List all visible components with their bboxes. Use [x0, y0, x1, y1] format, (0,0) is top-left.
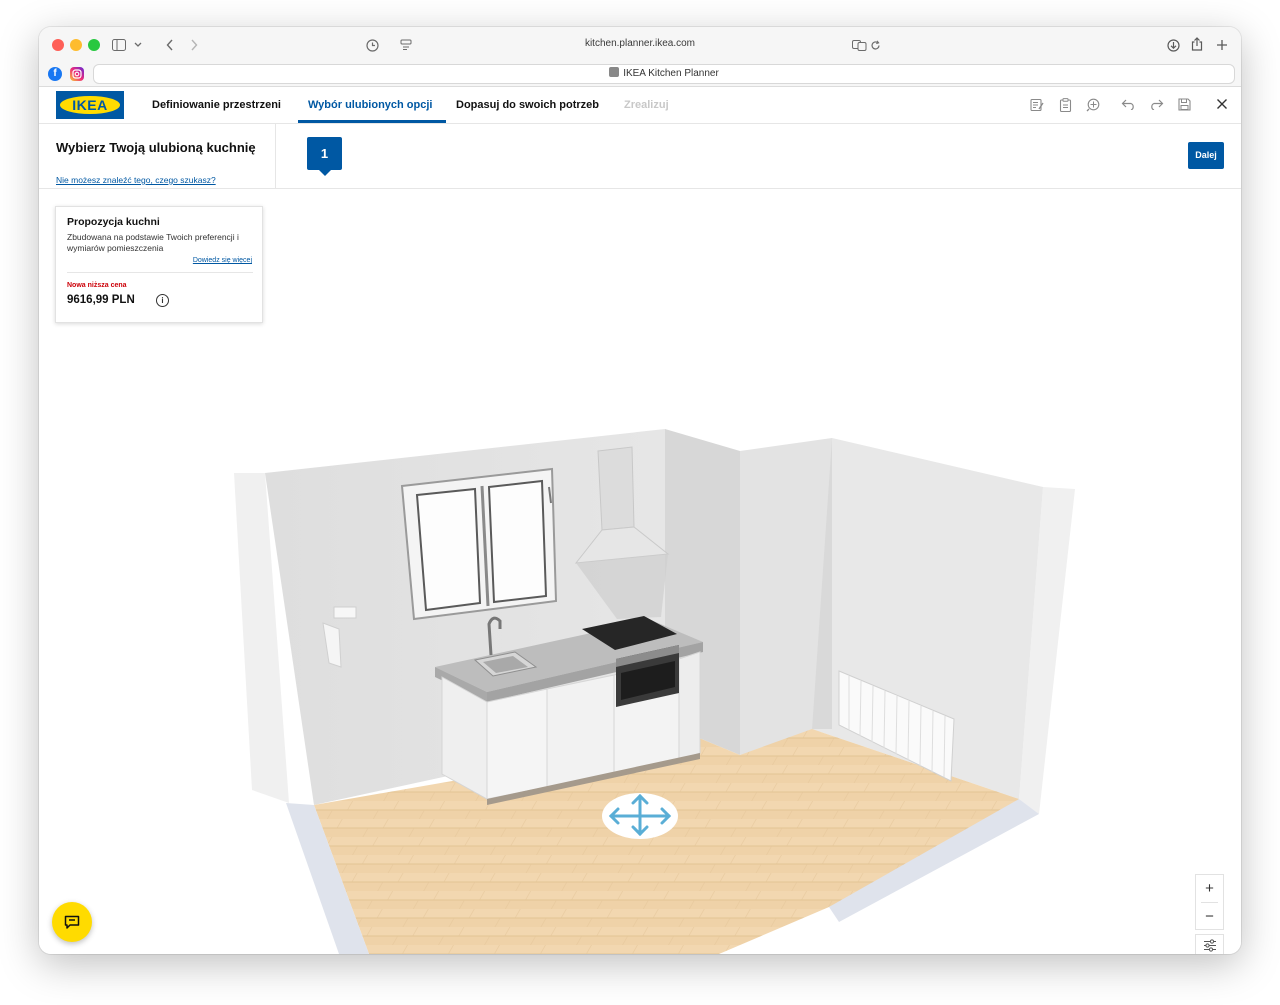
range-hood-chimney[interactable]	[597, 446, 635, 531]
forward-icon[interactable]	[187, 37, 201, 53]
instagram-favicon-icon[interactable]	[70, 67, 84, 81]
kitchen-proposal-card[interactable]: Propozycja kuchni Zbudowana na podstawie…	[55, 206, 263, 323]
cabinet-narrow[interactable]	[678, 651, 701, 761]
reader-icon[interactable]	[399, 37, 413, 53]
logo-text: IKEA	[60, 96, 120, 114]
minimize-window-button[interactable]	[70, 39, 82, 51]
window-pane-right	[487, 479, 548, 604]
sliders-icon	[1203, 939, 1216, 952]
close-window-button[interactable]	[52, 39, 64, 51]
planner-canvas[interactable]: Propozycja kuchni Zbudowana na podstawie…	[39, 189, 1241, 954]
zoom-controls: + −	[1195, 874, 1224, 930]
tab-realize: Zrealizuj	[624, 99, 669, 111]
window-pane-left	[415, 487, 482, 612]
card-divider	[67, 272, 253, 273]
tab-define-space[interactable]: Definiowanie przestrzeni	[152, 87, 281, 124]
learn-more-link[interactable]: Dowiedz się więcej	[193, 257, 252, 264]
view-settings-button[interactable]	[1195, 934, 1224, 954]
tab-ikea-kitchen-planner[interactable]: IKEA Kitchen Planner	[93, 64, 1235, 84]
cabinet-door-2[interactable]	[546, 674, 615, 788]
header-divider	[275, 124, 276, 189]
chat-button[interactable]	[52, 902, 92, 942]
browser-window: kitchen.planner.ikea.com f IKEA Kitchen …	[39, 27, 1241, 954]
active-tab-indicator	[298, 120, 446, 123]
tab-customize[interactable]: Dopasuj do swoich potrzeb	[456, 87, 599, 124]
new-tab-icon[interactable]	[1214, 37, 1230, 53]
step-header: Wybierz Twoją ulubioną kuchnię Nie możes…	[39, 124, 1241, 189]
ikea-favicon-icon	[609, 67, 620, 77]
cabinet-door-1[interactable]	[486, 688, 548, 800]
help-link[interactable]: Nie możesz znaleźć tego, czego szukasz?	[56, 175, 216, 185]
tab-favorite-options[interactable]: Wybór ulubionych opcji	[308, 87, 432, 124]
notes-icon[interactable]	[1029, 98, 1045, 114]
save-icon[interactable]	[1176, 98, 1192, 114]
next-button[interactable]: Dalej	[1188, 142, 1224, 169]
undo-icon[interactable]	[1120, 98, 1136, 114]
page-title: Wybierz Twoją ulubioną kuchnię	[56, 140, 256, 155]
info-icon[interactable]: i	[156, 294, 169, 307]
history-icon[interactable]	[365, 37, 379, 53]
zoom-out-button[interactable]: −	[1196, 903, 1223, 930]
tab-title: IKEA Kitchen Planner	[623, 68, 719, 79]
chat-bubble-icon	[64, 915, 80, 929]
app-header: IKEA Definiowanie przestrzeni Wybór ulub…	[39, 87, 1241, 124]
tab-bar: f IKEA Kitchen Planner	[39, 62, 1241, 87]
reload-icon[interactable]	[868, 37, 882, 53]
address-bar[interactable]: kitchen.planner.ikea.com	[490, 38, 790, 49]
sidebar-toggle-icon[interactable]	[111, 37, 127, 53]
clipboard-icon[interactable]	[1057, 98, 1073, 114]
price-badge: Nowa niższa cena	[67, 282, 127, 289]
share-icon[interactable]	[1189, 36, 1205, 52]
browser-titlebar: kitchen.planner.ikea.com	[39, 27, 1241, 62]
back-icon[interactable]	[163, 37, 177, 53]
chevron-down-icon[interactable]	[132, 37, 144, 53]
card-title: Propozycja kuchni	[67, 216, 160, 228]
ikea-logo[interactable]: IKEA	[56, 91, 124, 119]
card-description: Zbudowana na podstawie Twoich preferencj…	[67, 232, 239, 253]
maximize-window-button[interactable]	[88, 39, 100, 51]
download-icon[interactable]	[1165, 37, 1181, 53]
redo-icon[interactable]	[1148, 98, 1164, 114]
translate-icon[interactable]	[851, 37, 867, 53]
step-number-badge[interactable]: 1	[307, 137, 342, 176]
search-3d-icon[interactable]	[1085, 98, 1101, 114]
wall-socket	[333, 606, 357, 619]
close-icon[interactable]	[1214, 98, 1230, 114]
zoom-in-button[interactable]: +	[1196, 875, 1223, 902]
facebook-favicon-icon[interactable]: f	[48, 67, 62, 81]
price: 9616,99 PLN	[67, 294, 135, 306]
